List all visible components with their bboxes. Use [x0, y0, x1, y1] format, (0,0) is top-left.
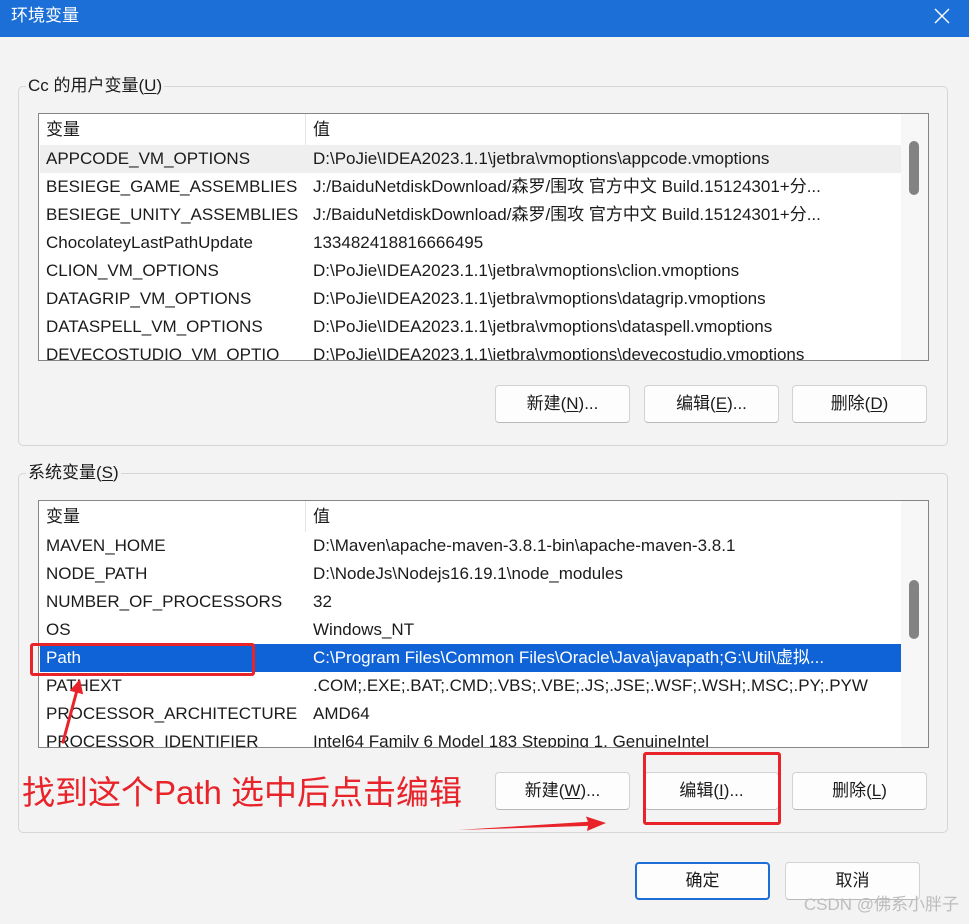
table-row[interactable]: DEVECOSTUDIO_VM_OPTIO D:\PoJie\IDEA2023.… — [40, 341, 901, 361]
table-row-path-selected[interactable]: Path C:\Program Files\Common Files\Oracl… — [40, 644, 901, 672]
column-header-value[interactable]: 值 — [313, 501, 330, 532]
variable-value: .COM;.EXE;.BAT;.CMD;.VBS;.VBE;.JS;.JSE;.… — [313, 676, 868, 695]
variable-name: PATHEXT — [46, 676, 122, 695]
variable-value: C:\Program Files\Common Files\Oracle\Jav… — [313, 648, 825, 667]
column-header-value[interactable]: 值 — [313, 114, 330, 145]
variable-value: AMD64 — [313, 704, 370, 723]
annotation-text: 找到这个Path 选中后点击编辑 — [22, 774, 463, 811]
column-divider[interactable] — [305, 501, 306, 532]
variable-name: BESIEGE_GAME_ASSEMBLIES — [46, 177, 298, 196]
user-new-button[interactable]: 新建(N)... — [495, 385, 630, 423]
variable-value: J:/BaiduNetdiskDownload/森罗/围攻 官方中文 Build… — [313, 205, 821, 224]
variable-name: PROCESSOR_ARCHITECTURE — [46, 704, 298, 723]
vertical-scrollbar[interactable] — [901, 114, 928, 360]
watermark: CSDN @佛系小胖子 — [803, 895, 959, 914]
variable-name: ChocolateyLastPathUpdate — [46, 233, 253, 252]
user-delete-button[interactable]: 删除(D) — [792, 385, 927, 423]
variable-name: DATAGRIP_VM_OPTIONS — [46, 289, 252, 308]
variable-value: Windows_NT — [313, 620, 415, 639]
variable-value: D:\PoJie\IDEA2023.1.1\jetbra\vmoptions\d… — [313, 345, 805, 361]
variable-value: 32 — [313, 592, 332, 611]
variable-value: D:\PoJie\IDEA2023.1.1\jetbra\vmoptions\d… — [313, 317, 773, 336]
table-row[interactable]: PATHEXT .COM;.EXE;.BAT;.CMD;.VBS;.VBE;.J… — [40, 672, 901, 700]
close-icon — [934, 8, 950, 23]
table-row[interactable]: PROCESSOR_ARCHITECTURE AMD64 — [40, 700, 901, 728]
variable-name: NUMBER_OF_PROCESSORS — [46, 592, 283, 611]
system-delete-button[interactable]: 删除(L) — [792, 772, 927, 810]
system-new-button[interactable]: 新建(W)... — [495, 772, 630, 810]
list-header: 变量 值 — [39, 501, 901, 532]
variable-value: D:\Maven\apache-maven-3.8.1-bin\apache-m… — [313, 536, 736, 555]
table-row[interactable]: ChocolateyLastPathUpdate 133482418816666… — [40, 229, 901, 257]
scrollbar-thumb[interactable] — [909, 141, 919, 196]
table-row[interactable]: DATASPELL_VM_OPTIONS D:\PoJie\IDEA2023.1… — [40, 313, 901, 341]
system-edit-button[interactable]: 编辑(I)... — [644, 772, 779, 810]
user-variables-list[interactable]: 变量 值 APPCODE_VM_OPTIONS D:\PoJie\IDEA202… — [38, 113, 929, 361]
variable-name: CLION_VM_OPTIONS — [46, 261, 219, 280]
column-header-name[interactable]: 变量 — [46, 501, 80, 532]
variable-value: 133482418816666495 — [313, 233, 484, 252]
variable-name: MAVEN_HOME — [46, 536, 166, 555]
system-variables-label: 系统变量(S) — [26, 462, 121, 484]
table-row[interactable]: NUMBER_OF_PROCESSORS 32 — [40, 588, 901, 616]
variable-value: D:\NodeJs\Nodejs16.19.1\node_modules — [313, 564, 623, 583]
table-row[interactable]: PROCESSOR_IDENTIFIER Intel64 Family 6 Mo… — [40, 728, 901, 748]
variable-value: J:/BaiduNetdiskDownload/森罗/围攻 官方中文 Build… — [313, 177, 821, 196]
variable-name: OS — [46, 620, 71, 639]
scrollbar-thumb[interactable] — [909, 579, 919, 639]
user-edit-button[interactable]: 编辑(E)... — [644, 385, 779, 423]
variable-name: DEVECOSTUDIO_VM_OPTIO — [46, 345, 280, 361]
window-title: 环境变量 — [11, 6, 79, 25]
column-divider[interactable] — [305, 114, 306, 145]
variable-name: NODE_PATH — [46, 564, 148, 583]
variable-name: BESIEGE_UNITY_ASSEMBLIES — [46, 205, 299, 224]
table-row[interactable]: BESIEGE_UNITY_ASSEMBLIES J:/BaiduNetdisk… — [40, 201, 901, 229]
table-row[interactable]: APPCODE_VM_OPTIONS D:\PoJie\IDEA2023.1.1… — [40, 145, 901, 173]
user-variables-label: Cc 的用户变量(U) — [26, 75, 165, 97]
variable-name: Path — [46, 648, 81, 667]
table-row[interactable]: BESIEGE_GAME_ASSEMBLIES J:/BaiduNetdiskD… — [40, 173, 901, 201]
variable-name: PROCESSOR_IDENTIFIER — [46, 732, 259, 748]
title-bar: 环境变量 — [0, 0, 969, 37]
variable-value: D:\PoJie\IDEA2023.1.1\jetbra\vmoptions\c… — [313, 261, 740, 280]
table-row[interactable]: OS Windows_NT — [40, 616, 901, 644]
variable-value: Intel64 Family 6 Model 183 Stepping 1, G… — [313, 732, 709, 748]
variable-name: DATASPELL_VM_OPTIONS — [46, 317, 263, 336]
close-button[interactable] — [926, 0, 958, 31]
table-row[interactable]: CLION_VM_OPTIONS D:\PoJie\IDEA2023.1.1\j… — [40, 257, 901, 285]
column-header-name[interactable]: 变量 — [46, 114, 80, 145]
table-row[interactable]: MAVEN_HOME D:\Maven\apache-maven-3.8.1-b… — [40, 532, 901, 560]
variable-value: D:\PoJie\IDEA2023.1.1\jetbra\vmoptions\d… — [313, 289, 766, 308]
ok-button[interactable]: 确定 — [635, 862, 770, 900]
variable-name: APPCODE_VM_OPTIONS — [46, 149, 251, 168]
list-header: 变量 值 — [39, 114, 901, 145]
table-row[interactable]: NODE_PATH D:\NodeJs\Nodejs16.19.1\node_m… — [40, 560, 901, 588]
table-row[interactable]: DATAGRIP_VM_OPTIONS D:\PoJie\IDEA2023.1.… — [40, 285, 901, 313]
system-variables-list[interactable]: 变量 值 MAVEN_HOME D:\Maven\apache-maven-3.… — [38, 500, 929, 748]
vertical-scrollbar[interactable] — [901, 501, 928, 747]
variable-value: D:\PoJie\IDEA2023.1.1\jetbra\vmoptions\a… — [313, 149, 770, 168]
